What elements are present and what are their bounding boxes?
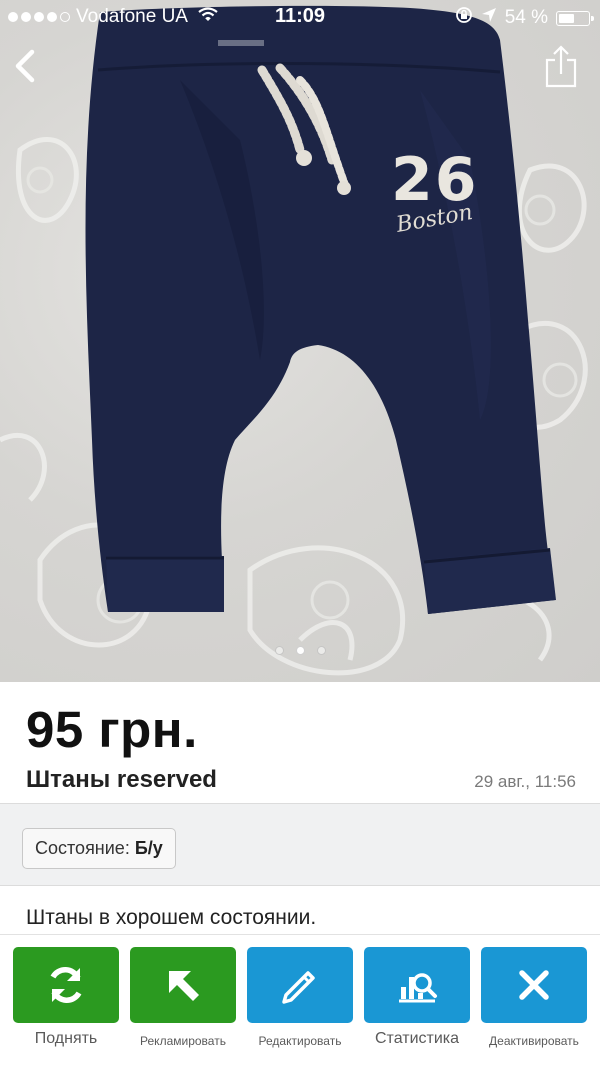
share-icon [545,45,577,88]
deactivate-label: Деактивировать [489,1034,579,1048]
edit-label: Редактировать [258,1034,342,1048]
condition-tag: Состояние: Б/у [22,828,176,869]
deactivate-tile [481,947,587,1023]
gallery-dot[interactable] [295,646,305,655]
promote-label: Рекламировать [140,1034,226,1048]
listing-header: 95 грн. Штаны reserved 29 авг., 11:56 [0,682,600,804]
statistics-tile [364,947,470,1023]
stats-icon [399,973,437,1003]
pants-photo: 26 Boston [0,5,588,676]
listing-date: 29 авг., 11:56 [474,772,576,791]
condition-label: Состояние: [35,838,130,858]
promote-button[interactable]: Рекламировать [130,947,236,1057]
location-arrow-icon [481,7,497,29]
statistics-button[interactable]: Статистика [364,947,470,1057]
gallery-dot[interactable] [274,646,284,655]
refresh-icon [50,967,82,1003]
status-bar: Vodafone UA 11:09 54 % [0,0,600,34]
close-icon [519,970,549,1000]
gallery-pagination[interactable] [0,646,600,655]
listing-params: Состояние: Б/у [0,804,600,886]
listing-price: 95 грн. [26,701,198,758]
battery-percent: 54 % [504,7,548,28]
condition-value: Б/у [134,838,163,858]
action-bar: Поднять Рекламировать Редактировать Стат… [0,934,600,1066]
rotation-lock-icon [455,6,473,30]
raise-label: Поднять [34,1030,98,1047]
deactivate-button[interactable]: Деактивировать [481,947,587,1057]
pencil-icon [282,971,315,1004]
promote-tile [130,947,236,1023]
statistics-label: Статистика [374,1030,460,1047]
listing-description: Штаны в хорошем состоянии. [26,906,317,929]
edit-button[interactable]: Редактировать [247,947,353,1057]
gallery-dot[interactable] [316,646,326,655]
raise-tile [13,947,119,1023]
arrow-up-left-icon [169,971,199,1001]
edit-tile [247,947,353,1023]
listing-title: Штаны reserved [26,766,217,793]
raise-button[interactable]: Поднять [13,947,119,1057]
chevron-left-icon [15,49,35,83]
back-button[interactable] [8,46,42,86]
share-button[interactable] [544,44,578,88]
battery-icon [556,10,594,26]
listing-photo-gallery[interactable]: 26 Boston Vodafone UA 11:09 54 % [0,0,600,682]
